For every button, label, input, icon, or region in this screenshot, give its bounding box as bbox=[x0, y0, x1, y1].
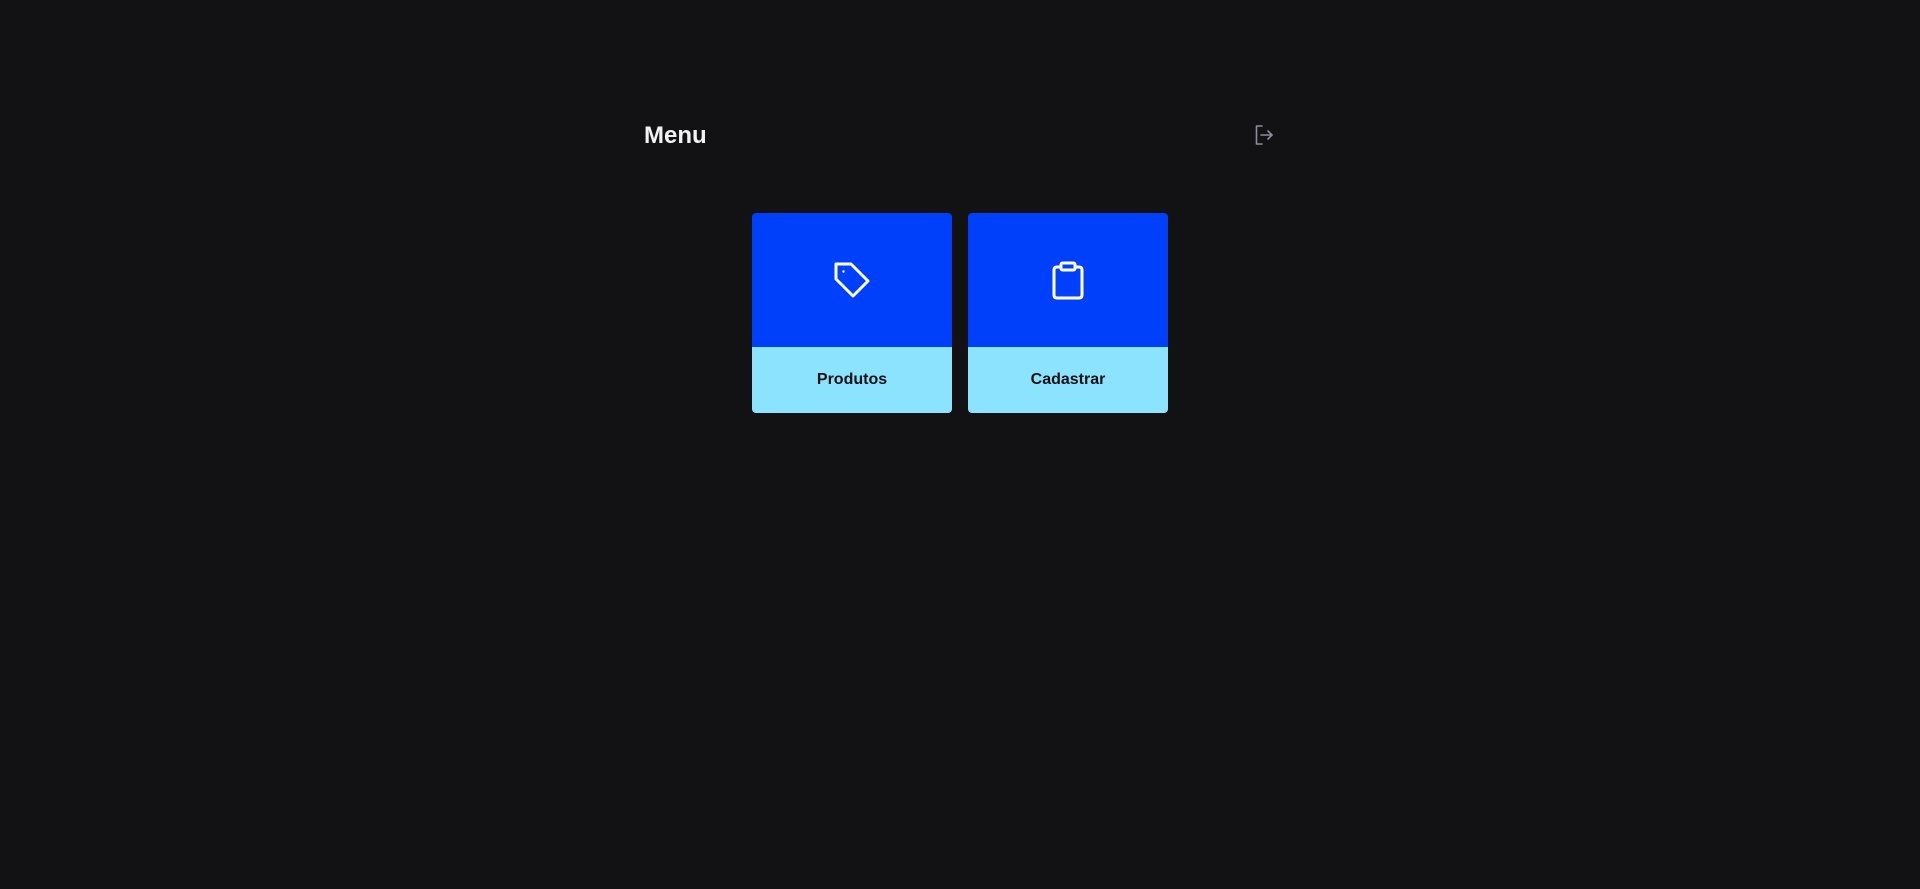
menu-cards: Produtos Cadastrar bbox=[752, 213, 1168, 413]
clipboard-icon bbox=[1052, 261, 1084, 300]
tag-icon bbox=[834, 262, 870, 298]
card-label-area: Produtos bbox=[752, 347, 952, 413]
card-label: Produtos bbox=[816, 371, 888, 388]
logout-icon bbox=[1255, 125, 1273, 145]
page-title: Menu bbox=[644, 122, 707, 149]
header: Menu bbox=[644, 116, 1278, 156]
card-label: Cadastrar bbox=[1030, 371, 1106, 388]
logout-button[interactable] bbox=[1250, 121, 1278, 149]
card-label-area: Cadastrar bbox=[968, 347, 1168, 413]
card-icon-area bbox=[752, 213, 952, 347]
card-produtos[interactable]: Produtos bbox=[752, 213, 952, 413]
menu-page: Menu Produtos Cadastrar bbox=[0, 0, 1920, 889]
card-cadastrar[interactable]: Cadastrar bbox=[968, 213, 1168, 413]
card-icon-area bbox=[968, 213, 1168, 347]
